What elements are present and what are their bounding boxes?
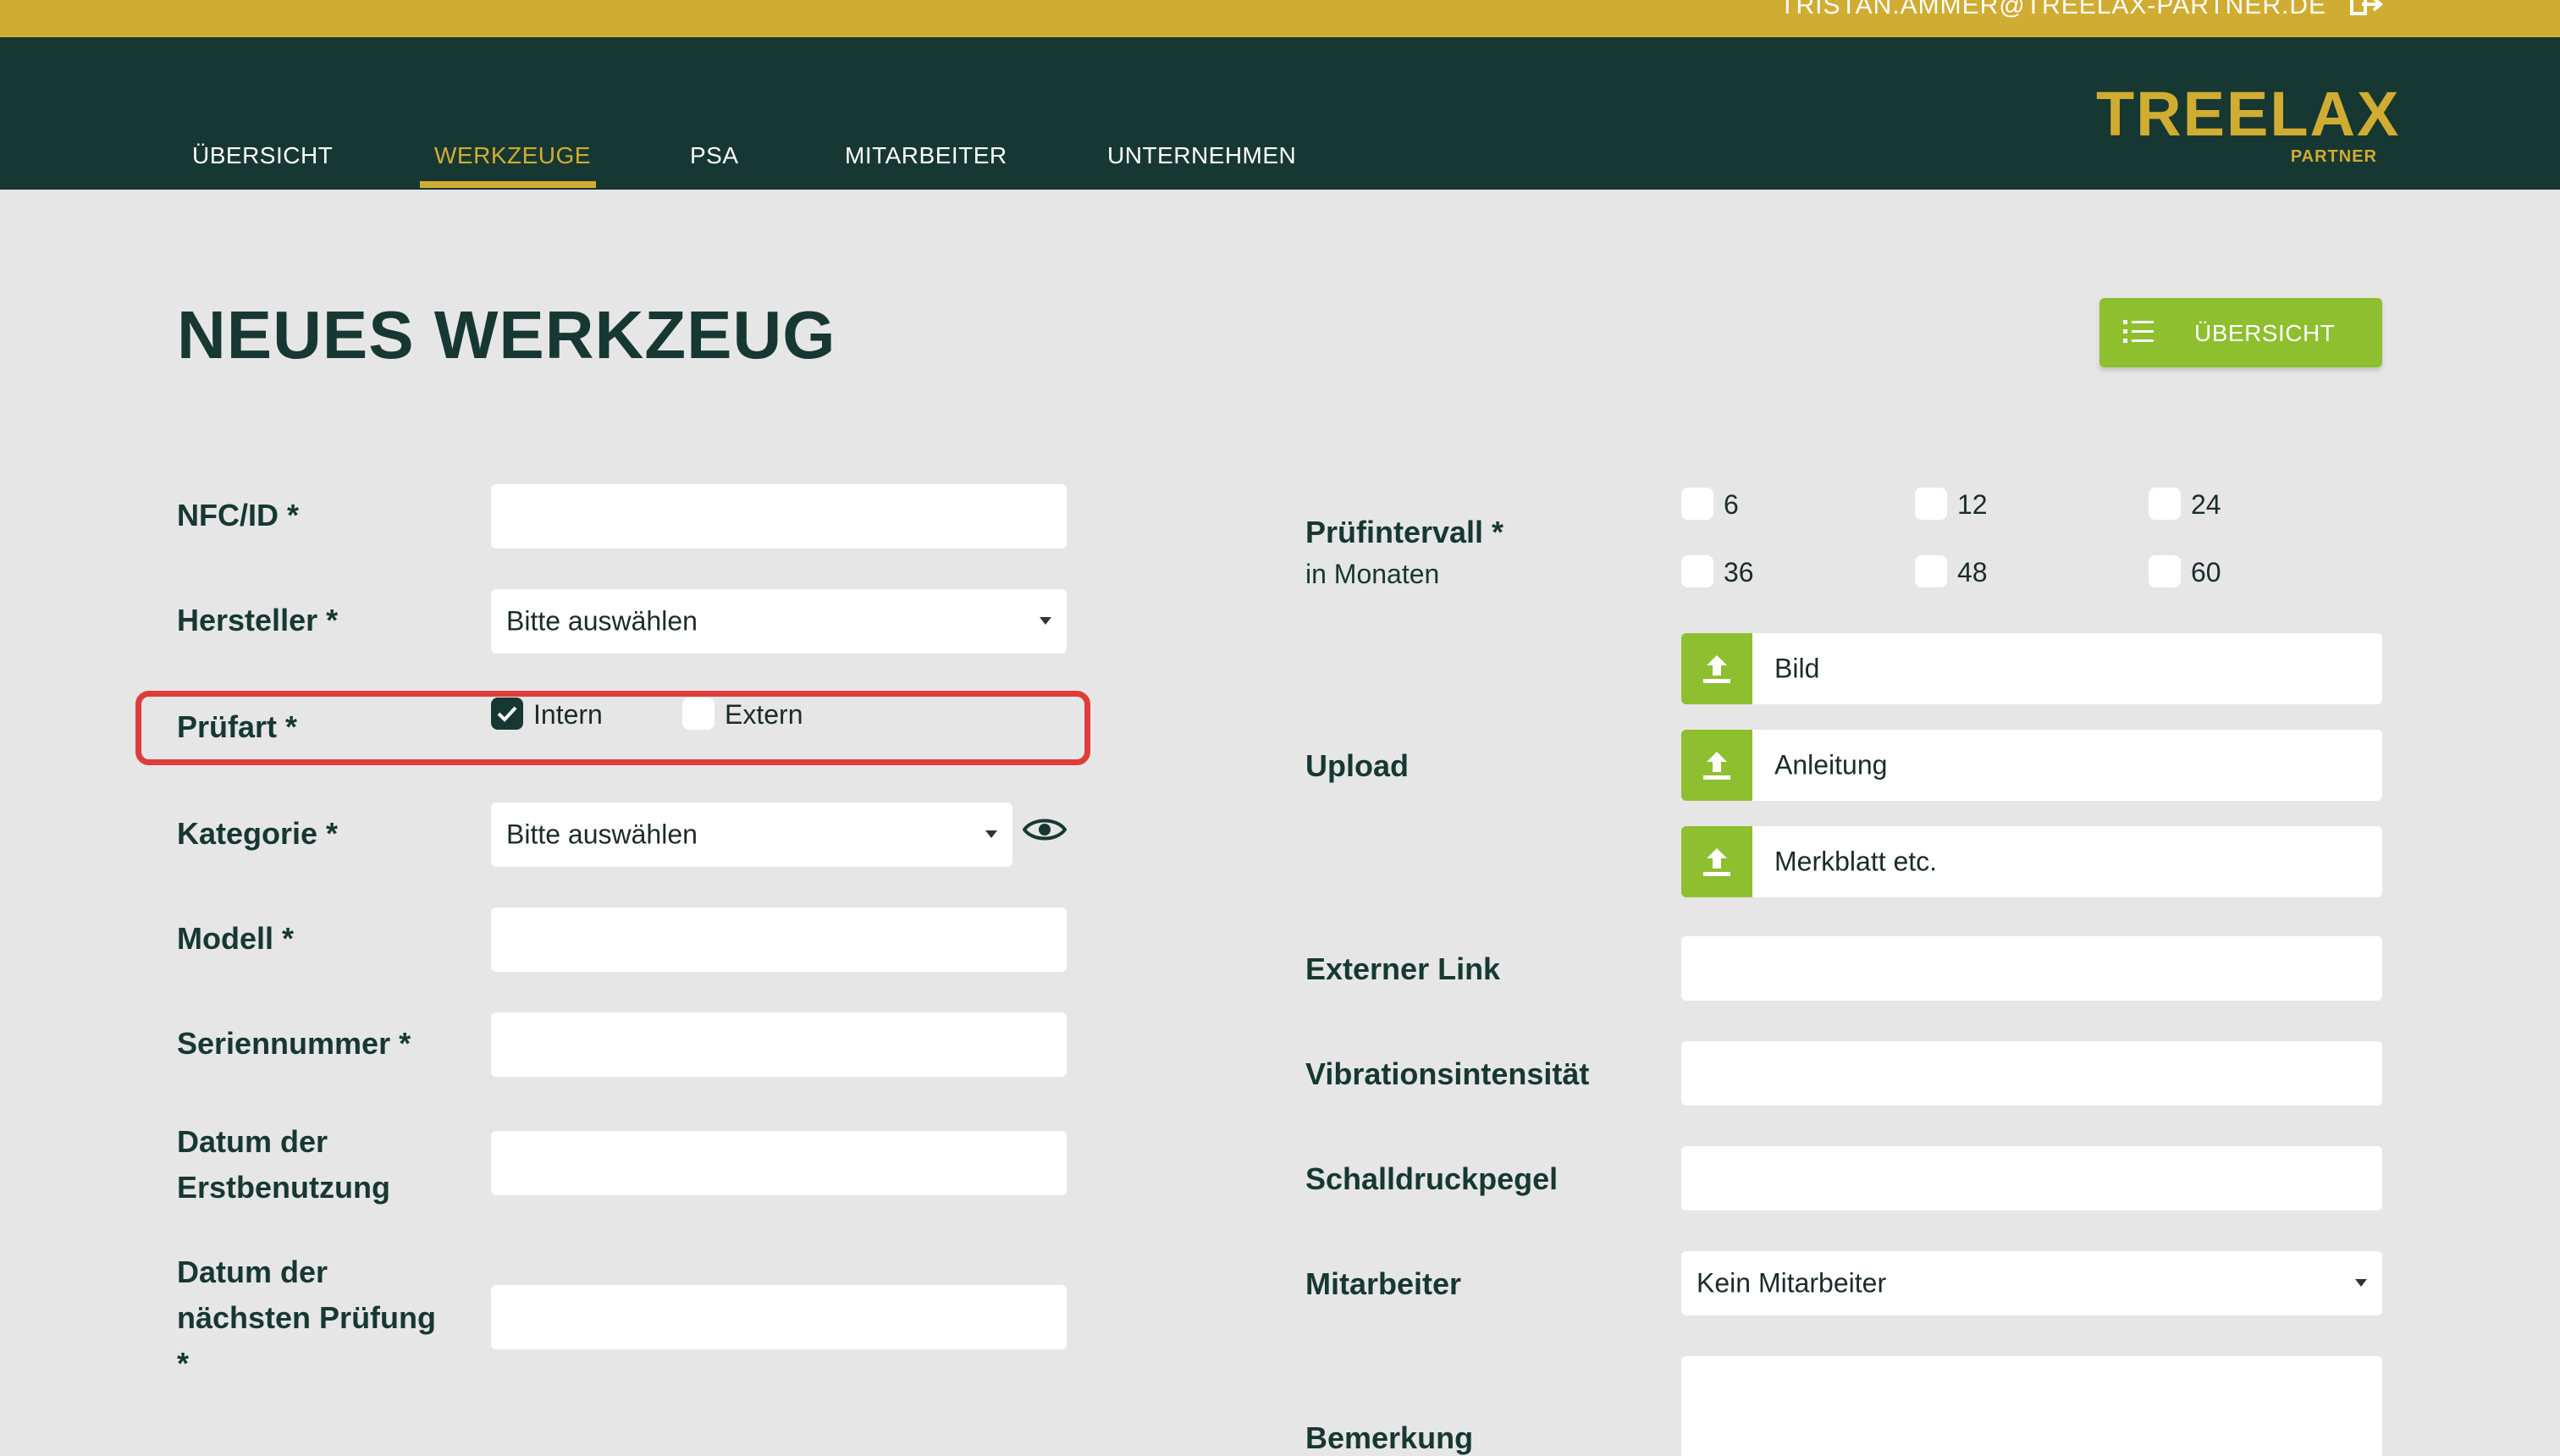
chevron-down-icon (2355, 1279, 2367, 1287)
schall-input[interactable] (1681, 1146, 2382, 1211)
pruefintervall-sublabel: in Monaten (1305, 559, 1440, 589)
user-email: TRISTAN.AMMER@TREELAX-PARTNER.DE (1779, 0, 2326, 19)
externer-link-label: Externer Link (1305, 951, 1501, 986)
erstbenutzung-input[interactable] (491, 1131, 1067, 1195)
intervall-6-label: 6 (1724, 489, 1739, 520)
nav-item-uebersicht[interactable]: ÜBERSICHT (192, 142, 333, 169)
bemerkung-textarea[interactable] (1681, 1356, 2382, 1456)
intervall-24-checkbox[interactable] (2149, 488, 2181, 520)
upload-merkblatt-field[interactable]: Merkblatt etc. (1752, 826, 2382, 897)
top-bar: TRISTAN.AMMER@TREELAX-PARTNER.DE (0, 0, 2560, 37)
upload-label: Upload (1305, 748, 1409, 783)
seriennummer-input[interactable] (491, 1012, 1067, 1077)
kategorie-label: Kategorie * (177, 816, 339, 851)
nav-item-unternehmen[interactable]: UNTERNEHMEN (1107, 142, 1296, 169)
upload-bild-button[interactable] (1681, 633, 1752, 704)
eye-icon[interactable] (1023, 814, 1067, 845)
nfc-input[interactable] (491, 484, 1067, 549)
intervall-60-label: 60 (2191, 557, 2221, 587)
vibration-input[interactable] (1681, 1041, 2382, 1106)
pruefart-intern-label: Intern (533, 699, 603, 730)
pruefart-extern-label: Extern (725, 699, 803, 730)
nav-item-werkzeuge[interactable]: WERKZEUGE (434, 142, 591, 169)
list-icon (2123, 320, 2154, 343)
overview-button[interactable]: ÜBERSICHT (2099, 298, 2382, 367)
nav-item-mitarbeiter[interactable]: MITARBEITER (845, 142, 1007, 169)
mitarbeiter-select-value: Kein Mitarbeiter (1697, 1267, 1887, 1299)
upload-bild-label: Bild (1774, 653, 1820, 684)
mitarbeiter-select[interactable]: Kein Mitarbeiter (1681, 1251, 2382, 1315)
intervall-24-label: 24 (2191, 489, 2221, 520)
modell-label: Modell * (177, 921, 295, 956)
intervall-12-label: 12 (1957, 489, 1988, 520)
upload-merkblatt-label: Merkblatt etc. (1774, 846, 1938, 877)
intervall-36-label: 36 (1724, 557, 1754, 587)
overview-button-label: ÜBERSICHT (2194, 320, 2336, 346)
logout-icon[interactable] (2350, 0, 2384, 17)
treelax-logo[interactable]: TREELAX PARTNER (2096, 83, 2398, 185)
naechste-pruefung-label: Datum der nächsten Prüfung * (177, 1255, 437, 1381)
intervall-12-checkbox[interactable] (1915, 488, 1947, 520)
pruefintervall-label: Prüfintervall * (1305, 515, 1504, 549)
main-nav: ÜBERSICHT WERKZEUGE PSA MITARBEITER UNTE… (0, 37, 2560, 190)
chevron-down-icon (985, 830, 997, 838)
kategorie-select-value: Bitte auswählen (506, 819, 698, 850)
upload-anleitung-field[interactable]: Anleitung (1752, 730, 2382, 801)
pruefart-label: Prüfart * (177, 709, 298, 744)
pruefart-extern-checkbox[interactable] (682, 698, 714, 730)
schall-label: Schalldruckpegel (1305, 1161, 1559, 1196)
pruefart-intern-checkbox[interactable] (491, 698, 523, 730)
externer-link-input[interactable] (1681, 936, 2382, 1001)
intervall-36-checkbox[interactable] (1681, 555, 1713, 587)
upload-icon (1703, 655, 1730, 683)
hersteller-select-value: Bitte auswählen (506, 605, 698, 637)
intervall-48-checkbox[interactable] (1915, 555, 1947, 587)
kategorie-select[interactable]: Bitte auswählen (491, 802, 1012, 867)
upload-icon (1703, 848, 1730, 876)
bemerkung-label: Bemerkung (1305, 1420, 1474, 1455)
active-tab-indicator (420, 181, 596, 188)
upload-bild-field[interactable]: Bild (1752, 633, 2382, 704)
naechste-pruefung-input[interactable] (491, 1285, 1067, 1349)
hersteller-select[interactable]: Bitte auswählen (491, 589, 1067, 654)
page-title: NEUES WERKZEUG (177, 297, 836, 372)
hersteller-label: Hersteller * (177, 603, 339, 637)
nfc-label: NFC/ID * (177, 498, 299, 532)
seriennummer-label: Seriennummer * (177, 1026, 411, 1061)
intervall-60-checkbox[interactable] (2149, 555, 2181, 587)
chevron-down-icon (1040, 617, 1051, 625)
mitarbeiter-label: Mitarbeiter (1305, 1266, 1462, 1301)
vibration-label: Vibrationsintensität (1305, 1056, 1590, 1091)
upload-merkblatt-button[interactable] (1681, 826, 1752, 897)
checkmark-icon (497, 706, 517, 722)
intervall-6-checkbox[interactable] (1681, 488, 1713, 520)
intervall-48-label: 48 (1957, 557, 1988, 587)
upload-anleitung-label: Anleitung (1774, 749, 1888, 780)
upload-anleitung-button[interactable] (1681, 730, 1752, 801)
modell-input[interactable] (491, 907, 1067, 972)
erstbenutzung-label: Datum der Erstbenutzung (177, 1124, 390, 1205)
nav-item-psa[interactable]: PSA (690, 142, 739, 169)
upload-icon (1703, 752, 1730, 780)
